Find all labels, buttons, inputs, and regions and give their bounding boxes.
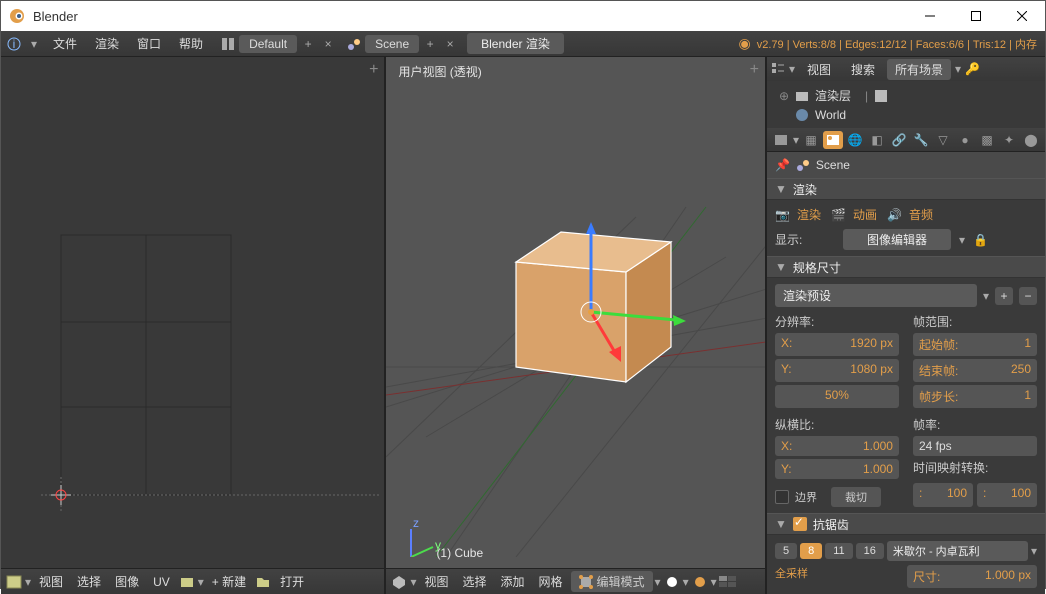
uv-viewport[interactable]: + — [1, 57, 384, 568]
properties-tabs: ▾ ▦ 🌐 ◧ 🔗 🔧 ▽ ● ▩ ✦ ⬤ — [767, 128, 1045, 152]
aspect-x-field[interactable]: X:1.000 — [775, 436, 899, 456]
section-dimensions[interactable]: ▼规格尺寸 — [767, 256, 1045, 278]
remove-scene-icon[interactable]: × — [441, 35, 459, 53]
tree-row-world[interactable]: World — [779, 106, 1033, 124]
layers-icon[interactable] — [719, 573, 737, 591]
pivot-icon[interactable] — [691, 573, 709, 591]
lock-icon[interactable]: 🔒 — [973, 233, 988, 247]
res-y-field[interactable]: Y:1080 px — [775, 359, 899, 382]
frame-end-field[interactable]: 结束帧:250 — [913, 359, 1037, 382]
object-name: (1) Cube — [436, 546, 483, 560]
uv-bottom-bar: ▾ 视图 选择 图像 UV ▾ + 新建 打开 — [1, 568, 384, 594]
3d-bottom-bar: ▾ 视图 选择 添加 网格 编辑模式 ▾ ▾ ▾ — [386, 568, 765, 594]
ptab-material-icon[interactable]: ● — [955, 131, 975, 149]
samples-8[interactable]: 8 — [800, 543, 822, 559]
scene-name: Scene — [816, 158, 850, 172]
animation-button[interactable]: 🎬动画 — [831, 206, 877, 223]
display-label: 显示: — [775, 231, 835, 248]
layout-icon[interactable] — [219, 35, 237, 53]
maximize-button[interactable] — [953, 1, 999, 31]
section-render[interactable]: ▼渲染 — [767, 178, 1045, 200]
crop-button[interactable]: 裁切 — [831, 487, 881, 507]
editor-type-icon[interactable] — [5, 573, 23, 591]
res-x-field[interactable]: X:1920 px — [775, 333, 899, 356]
ptab-data-icon[interactable]: ▽ — [933, 131, 953, 149]
ptab-modifier-icon[interactable]: 🔧 — [911, 131, 931, 149]
audio-button[interactable]: 🔊音频 — [887, 206, 933, 223]
filter-selector[interactable]: 米歇尔 - 内卓瓦利 — [887, 541, 1028, 561]
scene-selector[interactable]: Scene — [365, 35, 419, 53]
blender-icon: ◉ — [739, 35, 751, 52]
scene-icon — [796, 158, 810, 172]
outliner-view[interactable]: 视图 — [799, 59, 839, 80]
samples-16[interactable]: 16 — [856, 543, 884, 559]
frame-start-field[interactable]: 起始帧:1 — [913, 333, 1037, 356]
preset-remove[interactable]: − — [1019, 287, 1037, 305]
key-icon[interactable]: 🔑 — [965, 62, 980, 76]
res-pct-field[interactable]: 50% — [775, 385, 899, 408]
add-layout-icon[interactable]: + — [299, 35, 317, 53]
samples-5[interactable]: 5 — [775, 543, 797, 559]
ptab-world-icon[interactable]: 🌐 — [845, 131, 865, 149]
ptab-render-icon[interactable] — [771, 131, 791, 149]
svg-text:i: i — [13, 37, 16, 51]
outliner-search[interactable]: 搜索 — [843, 59, 883, 80]
display-selector[interactable]: 图像编辑器 — [843, 229, 951, 250]
svg-text:z: z — [413, 516, 419, 530]
tree-row-renderlayer[interactable]: ⊕ 渲染层 | — [779, 85, 1033, 106]
pin-icon[interactable]: 📌 — [775, 158, 790, 172]
blender-logo-icon — [9, 8, 25, 24]
ptab-physics-icon[interactable]: ⬤ — [1021, 131, 1041, 149]
3d-viewport[interactable]: 用户视图 (透视) + — [386, 57, 765, 568]
outliner: ▾ 视图 搜索 所有场景 ▾ 🔑 ⊕ 渲染层 | — [767, 57, 1045, 128]
preset-add[interactable]: + — [995, 287, 1013, 305]
menu-render[interactable]: 渲染 — [87, 33, 127, 54]
ptab-particle-icon[interactable]: ✦ — [999, 131, 1019, 149]
preset-selector[interactable]: 渲染预设 — [775, 284, 977, 307]
aa-checkbox[interactable] — [793, 517, 807, 531]
image-icon — [874, 89, 888, 103]
remove-layout-icon[interactable]: × — [319, 35, 337, 53]
add-scene-icon[interactable]: + — [421, 35, 439, 53]
info-icon[interactable]: i — [5, 35, 23, 53]
aspect-y-field[interactable]: Y:1.000 — [775, 459, 899, 479]
folder-icon[interactable] — [254, 573, 272, 591]
ptab-constraint-icon[interactable]: 🔗 — [889, 131, 909, 149]
menu-window[interactable]: 窗口 — [129, 33, 169, 54]
chevron-down-icon[interactable]: ▾ — [25, 35, 43, 53]
scene-icon[interactable] — [345, 35, 363, 53]
outliner-type-icon[interactable] — [771, 62, 785, 76]
uv-menu-uv[interactable]: UV — [147, 573, 176, 591]
image-browse-icon[interactable] — [178, 573, 196, 591]
stats-text: v2.79 | Verts:8/8 | Edges:12/12 | Faces:… — [757, 36, 1041, 52]
render-button[interactable]: 📷渲染 — [775, 206, 821, 223]
ptab-layers-icon[interactable]: ▦ — [801, 131, 821, 149]
border-checkbox[interactable] — [775, 490, 789, 504]
outliner-filter[interactable]: 所有场景 — [887, 59, 951, 80]
frame-step-field[interactable]: 帧步长:1 — [913, 385, 1037, 408]
shading-icon[interactable] — [663, 573, 681, 591]
titlebar: Blender — [1, 1, 1045, 31]
ptab-texture-icon[interactable]: ▩ — [977, 131, 997, 149]
ptab-scene-icon[interactable] — [823, 131, 843, 149]
menu-file[interactable]: 文件 — [45, 33, 85, 54]
engine-selector[interactable]: Blender 渲染 — [467, 33, 564, 54]
renderlayer-icon — [795, 89, 809, 103]
properties-panel[interactable]: 📌 Scene ▼渲染 📷渲染 🎬动画 🔊音频 显示: 图 — [767, 152, 1045, 594]
filter-size-field[interactable]: 尺寸:1.000 px — [907, 565, 1037, 588]
ptab-object-icon[interactable]: ◧ — [867, 131, 887, 149]
fps-selector[interactable]: 24 fps — [913, 436, 1037, 456]
window-title: Blender — [33, 9, 907, 24]
menu-help[interactable]: 帮助 — [171, 33, 211, 54]
top-menu-bar: i ▾ 文件 渲染 窗口 帮助 Default + × Scene + × Bl… — [1, 31, 1045, 57]
section-antialias[interactable]: ▼抗锯齿 — [767, 513, 1045, 535]
world-icon — [795, 108, 809, 122]
remap-old-field[interactable]: :100 — [913, 483, 973, 507]
samples-11[interactable]: 11 — [825, 543, 852, 559]
minimize-button[interactable] — [907, 1, 953, 31]
remap-new-field[interactable]: :100 — [977, 483, 1037, 507]
editor-type-3d-icon[interactable] — [390, 573, 408, 591]
layout-selector[interactable]: Default — [239, 35, 297, 53]
close-button[interactable] — [999, 1, 1045, 31]
